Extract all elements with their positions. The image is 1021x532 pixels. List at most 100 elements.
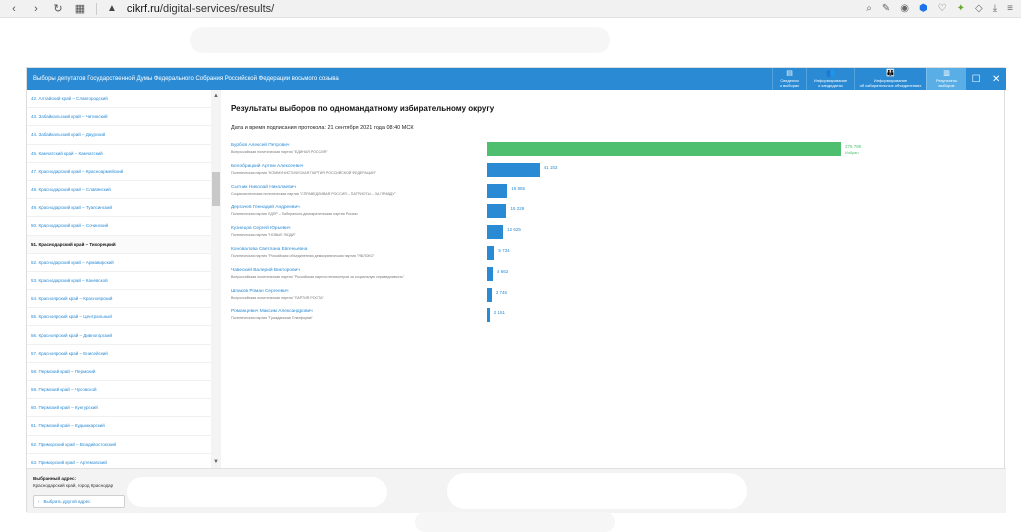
district-item[interactable]: 43. Забайкальский край – Читинский: [27, 108, 220, 127]
blurred-region: [415, 512, 615, 532]
chevron-left-icon: ‹: [38, 499, 40, 504]
result-bar: [487, 266, 493, 281]
district-item[interactable]: 62. Приморский край – Владивостокский: [27, 436, 220, 454]
result-bar: [487, 183, 508, 198]
blurred-region: [447, 473, 747, 509]
candidate-name[interactable]: Коновалова Светлана Евгеньевна: [231, 247, 307, 252]
candidate-name[interactable]: Чавеский Валерий Викторович: [231, 268, 300, 273]
modal-header: Выборы депутатов Государственной Думы Фе…: [27, 68, 1006, 90]
district-item[interactable]: 42. Алтайский край – Славгородский: [27, 90, 220, 109]
browser-toolbar: ‹ › ↻ ▦ ▲ cikrf.ru/digital-services/resu…: [0, 0, 1021, 18]
back-icon[interactable]: ‹: [8, 3, 20, 15]
protocol-date: Дата и время подписания протокола: 21 се…: [231, 125, 414, 131]
modal-footer: Выбранный адрес: Краснодарский край, гор…: [27, 468, 1006, 513]
window-controls: ☐ ✕: [966, 74, 1006, 85]
candidate-party: Политическая партия "Российская объедине…: [231, 254, 375, 258]
district-item[interactable]: 47. Краснодарский край – Краснoармейский: [27, 163, 220, 181]
group-icon: 👪: [886, 70, 895, 77]
maximize-icon[interactable]: ☐: [972, 74, 981, 85]
candidate-name[interactable]: Бурбов Алексей Петрович: [231, 143, 289, 148]
district-list: 42. Алтайский край – Славгородский 43. За…: [27, 90, 221, 468]
candidate-name[interactable]: Романцевич Максим Александрович: [231, 309, 313, 314]
results-panel: Результаты выборов по одномандатному изб…: [223, 90, 1006, 468]
district-item[interactable]: 55. Красноярский край – Центральный: [27, 308, 220, 327]
district-item[interactable]: 54. Красноярский край – Красноярский: [27, 290, 220, 309]
tab-election-info[interactable]: ▤ Сведения о выборах: [772, 68, 806, 90]
modal-tabs: ▤ Сведения о выборах 👥 Информирование о …: [772, 68, 966, 90]
vote-count: 3 746: [495, 289, 508, 295]
extension-icon[interactable]: ✦: [957, 3, 965, 14]
district-item[interactable]: 58. Пермский край – Пермский: [27, 363, 220, 381]
search-icon[interactable]: ⌕: [866, 3, 872, 14]
chart-icon: ▥: [943, 70, 950, 77]
elected-badge: Избран: [845, 150, 859, 155]
scroll-thumb[interactable]: [212, 172, 220, 206]
district-item[interactable]: 44. Забайкальский край – Даурский: [27, 126, 220, 145]
district-item[interactable]: 61. Пермский край – Кудымкарский: [27, 417, 220, 436]
result-bar: [487, 246, 495, 260]
grid-icon[interactable]: ▦: [74, 2, 86, 15]
reload-icon[interactable]: ↻: [52, 2, 64, 15]
document-icon: ▤: [786, 70, 793, 77]
tab-label: выборов: [938, 83, 955, 88]
tab-label: о выборах: [779, 83, 800, 88]
candidate-party: Всероссийская политическая партия "ЕДИНА…: [231, 150, 328, 154]
vote-count: 276 780: [845, 144, 862, 149]
tab-results[interactable]: ▥ Результаты выборов: [926, 68, 966, 90]
page-background: [0, 19, 1021, 67]
candidate-party: Всероссийская политическая партия "ПАРТИ…: [231, 295, 324, 300]
vote-count: 15 229: [510, 206, 525, 212]
camera-icon[interactable]: ◉: [900, 3, 909, 14]
blurred-region: [127, 477, 387, 507]
candidate-party: Политическая партия ЛДПР – Либерально-де…: [231, 212, 358, 217]
address-separator: [96, 2, 97, 15]
shield-icon[interactable]: ⬢: [919, 3, 928, 14]
candidate-name[interactable]: Кузнецов Сергей Юрьевич: [231, 226, 290, 231]
district-item[interactable]: 49. Краснодарский край – Туапсинский: [27, 199, 220, 218]
warning-icon[interactable]: ▲: [107, 3, 117, 14]
result-bar: [487, 204, 507, 219]
browser-actions: ⌕ ✎ ◉ ⬢ ♡ ✦ ◇ ⤓ ≡: [866, 3, 1013, 14]
heart-icon[interactable]: ♡: [938, 3, 947, 14]
result-bar: [487, 162, 540, 177]
district-item[interactable]: 52. Краснодарский край – Армавирский: [27, 254, 220, 272]
district-item[interactable]: 51. Краснодарский край – Тихорецкий: [27, 235, 220, 254]
candidate-party: Всероссийская политическая партия "Росси…: [231, 274, 405, 279]
vote-count: 15 855: [511, 185, 526, 191]
district-item[interactable]: 48. Краснодарский край – Славянский: [27, 181, 220, 200]
candidate-name[interactable]: Сытник Николай Николаевич: [231, 185, 296, 190]
district-item[interactable]: 50. Краснодарский край – Сочинский: [27, 217, 220, 236]
vote-count: 5 734: [498, 248, 510, 253]
tab-associations[interactable]: 👪 Информирование об избирательных объеди…: [854, 68, 926, 90]
close-icon[interactable]: ✕: [992, 74, 1000, 85]
url-path: /digital-services/results/: [159, 2, 275, 15]
candidate-name[interactable]: Шпаков Роман Сергеевич: [231, 289, 288, 294]
vote-count: 2 151: [493, 310, 506, 316]
sidebar-scrollbar[interactable]: ▲ ▼: [211, 90, 221, 468]
vote-count: 12 625: [507, 227, 521, 233]
selected-address-label: Выбранный адрес:: [33, 476, 76, 481]
chevron-down-icon[interactable]: ▼: [211, 458, 221, 466]
district-item[interactable]: 57. Красноярский край – Енисейский: [27, 345, 220, 363]
forward-icon[interactable]: ›: [30, 3, 42, 15]
download-icon[interactable]: ⤓: [993, 3, 997, 14]
district-item[interactable]: 56. Красноярский край – Дивногорский: [27, 326, 220, 345]
menu-icon[interactable]: ≡: [1007, 3, 1013, 14]
district-item[interactable]: 63. Приморский край – Артемовский: [27, 454, 220, 468]
address-bar[interactable]: cikrf.ru/digital-services/results/: [127, 3, 856, 15]
vote-count: 41 153: [543, 164, 558, 170]
candidate-name[interactable]: Дергачев Геннадий Андреевич: [231, 205, 300, 210]
edit-icon[interactable]: ✎: [882, 3, 890, 14]
candidate-name[interactable]: Белобрицкий Артем Алексеевич: [231, 164, 303, 169]
change-address-button[interactable]: ‹ Выбрать другой адрес: [33, 495, 125, 508]
district-item[interactable]: 60. Пермский край – Кунгурский: [27, 399, 220, 418]
district-item[interactable]: 59. Пермский край – Чусовской: [27, 381, 220, 400]
tab-candidates[interactable]: 👥 Информирование о кандидатах: [806, 68, 854, 90]
change-address-label: Выбрать другой адрес: [43, 499, 91, 504]
chevron-up-icon[interactable]: ▲: [211, 92, 221, 100]
cube-icon[interactable]: ◇: [975, 3, 983, 14]
district-item[interactable]: 53. Краснодарский край – Каневской: [27, 272, 220, 291]
results-title: Результаты выборов по одномандатному изб…: [231, 104, 495, 113]
district-item[interactable]: 45. Камчатский край – Камчатский: [27, 145, 220, 163]
result-bar: [487, 308, 490, 323]
